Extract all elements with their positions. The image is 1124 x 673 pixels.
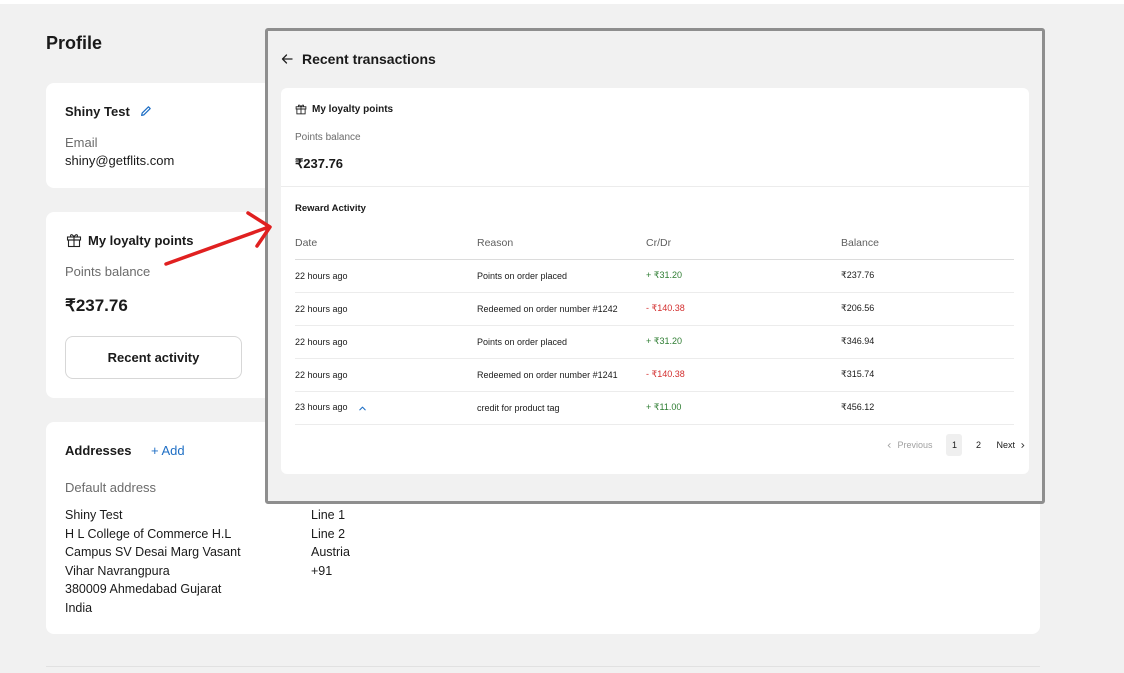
cell-date: 22 hours ago — [295, 325, 477, 359]
table-row: 23 hours ago credit for product tag + ₹1… — [295, 391, 1014, 425]
cell-balance: ₹346.94 — [841, 325, 1014, 359]
table-row: 22 hours ago Points on order placed + ₹3… — [295, 259, 1014, 293]
cell-reason: Redeemed on order number #1242 — [477, 292, 646, 326]
transactions-panel: My loyalty points Points balance ₹237.76… — [281, 88, 1029, 474]
address-detail-line: +91 — [311, 563, 333, 578]
chevron-left-icon — [888, 442, 892, 448]
cell-date: 22 hours ago — [295, 259, 477, 293]
previous-page-button[interactable]: Previous — [886, 440, 932, 450]
addresses-title: Addresses — [65, 443, 132, 458]
page-title: Profile — [46, 33, 103, 53]
cell-amount: + ₹31.20 — [646, 259, 841, 293]
cell-reason: Redeemed on order number #1241 — [477, 358, 646, 392]
cell-reason: credit for product tag — [477, 391, 646, 425]
address-line: India — [65, 600, 93, 615]
address-line: Campus SV Desai Marg Vasant — [65, 545, 241, 560]
points-balance-label: Points balance — [65, 264, 151, 279]
table-row: 22 hours ago Points on order placed + ₹3… — [295, 325, 1014, 359]
column-header-date: Date — [295, 228, 477, 260]
reward-activity-table: Date Reason Cr/Dr Balance 22 hours ago P… — [295, 228, 1014, 425]
top-bar — [0, 0, 1124, 4]
address-details: Line 1 Line 2 Austria +91 — [311, 506, 350, 580]
email-value: shiny@getflits.com — [65, 153, 175, 168]
address-line: Shiny Test — [65, 508, 123, 522]
default-address-label: Default address — [65, 480, 157, 495]
modal-header: Recent transactions — [280, 51, 436, 67]
table-row: 22 hours ago Redeemed on order number #1… — [295, 358, 1014, 392]
cell-reason: Points on order placed — [477, 325, 646, 359]
recent-transactions-modal: Recent transactions My loyalty points Po… — [265, 28, 1045, 504]
reward-activity-title: Reward Activity — [295, 203, 366, 214]
gift-icon — [66, 234, 82, 248]
cell-amount: - ₹140.38 — [646, 292, 841, 326]
modal-title: Recent transactions — [302, 51, 436, 67]
loyalty-points-card: My loyalty points Points balance ₹237.76… — [46, 212, 276, 398]
address-detail-line: Line 2 — [311, 526, 346, 541]
back-arrow-icon[interactable] — [280, 52, 294, 66]
cell-amount: + ₹11.00 — [646, 391, 841, 425]
panel-divider — [281, 186, 1029, 187]
address-line: 380009 Ahmedabad Gujarat — [65, 582, 222, 597]
next-label: Next — [996, 440, 1015, 450]
cell-reason: Points on order placed — [477, 259, 646, 293]
cell-amount: + ₹31.20 — [646, 325, 841, 359]
modal-balance-value: ₹237.76 — [295, 156, 344, 171]
cell-date-text: 23 hours ago — [295, 402, 348, 413]
address-detail-line: Line 1 — [311, 508, 346, 522]
cell-amount: - ₹140.38 — [646, 358, 841, 392]
bottom-divider — [46, 666, 1040, 667]
points-balance-value: ₹237.76 — [65, 296, 128, 315]
user-info-card: Shiny Test Email shiny@getflits.com — [46, 83, 276, 188]
address-line: H L College of Commerce H.L — [65, 526, 232, 541]
cell-balance: ₹237.76 — [841, 259, 1014, 293]
address-line: Vihar Navrangpura — [65, 563, 170, 578]
column-header-balance: Balance — [841, 228, 1014, 260]
column-header-crdr: Cr/Dr — [646, 228, 841, 260]
recent-activity-button[interactable]: Recent activity — [65, 336, 242, 379]
pagination: Previous 1 2 Next — [886, 434, 1026, 456]
edit-pencil-icon[interactable] — [139, 104, 153, 118]
previous-label: Previous — [897, 440, 933, 450]
page-2-button[interactable]: 2 — [970, 434, 986, 456]
cell-balance: ₹206.56 — [841, 292, 1014, 326]
loyalty-title: My loyalty points — [88, 233, 194, 248]
address-detail-line: Austria — [311, 545, 350, 560]
cell-balance: ₹456.12 — [841, 391, 1014, 425]
cell-date: 23 hours ago — [295, 391, 477, 425]
table-header-row: Date Reason Cr/Dr Balance — [295, 228, 1014, 260]
user-name: Shiny Test — [65, 104, 130, 119]
page-1-button[interactable]: 1 — [946, 434, 963, 456]
table-row: 22 hours ago Redeemed on order number #1… — [295, 292, 1014, 326]
gift-icon — [295, 104, 307, 115]
cell-date: 22 hours ago — [295, 358, 477, 392]
modal-balance-label: Points balance — [295, 132, 361, 143]
cell-date: 22 hours ago — [295, 292, 477, 326]
email-label: Email — [65, 135, 98, 150]
chevron-up-icon[interactable] — [358, 404, 367, 413]
address-lines: Shiny Test H L College of Commerce H.L C… — [65, 506, 265, 618]
add-address-link[interactable]: + Add — [151, 443, 185, 458]
modal-loyalty-title: My loyalty points — [312, 104, 394, 115]
column-header-reason: Reason — [477, 228, 646, 260]
cell-balance: ₹315.74 — [841, 358, 1014, 392]
chevron-right-icon — [1021, 442, 1025, 448]
next-page-button[interactable]: Next — [996, 440, 1026, 450]
